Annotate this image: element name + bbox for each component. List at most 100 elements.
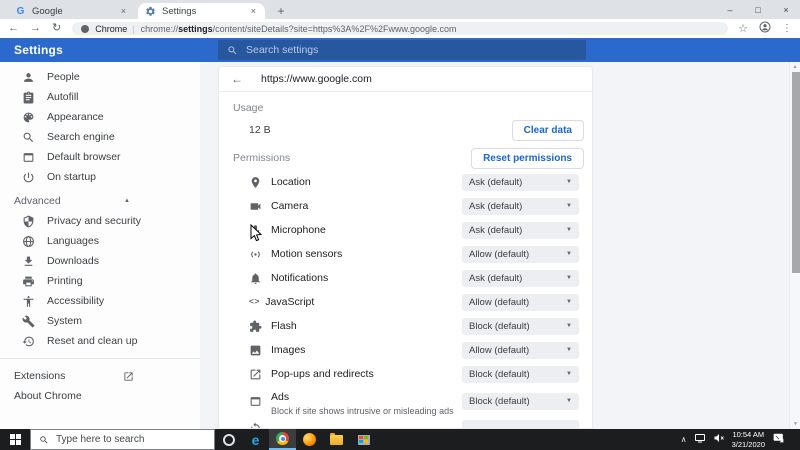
store-button[interactable] xyxy=(350,429,377,450)
site-details-card: ← https://www.google.com Usage 12 B Clea… xyxy=(218,66,593,429)
chevron-down-icon: ▼ xyxy=(566,227,572,233)
sidebar-item-search-engine[interactable]: Search engine xyxy=(0,127,200,147)
new-tab-button[interactable]: + xyxy=(273,3,289,19)
tab-settings[interactable]: Settings × xyxy=(138,3,265,19)
notifications-permission-select[interactable]: Ask (default) ▼ xyxy=(462,269,579,287)
scrollbar[interactable]: ▲ ▼ xyxy=(789,62,800,429)
tab-google[interactable]: G Google × xyxy=(8,3,135,19)
permission-subtitle: Block if site shows intrusive or mislead… xyxy=(271,405,454,416)
sidebar-label: Accessibility xyxy=(47,295,105,307)
sidebar-label: Appearance xyxy=(47,111,104,123)
permission-label: Flash xyxy=(271,320,297,332)
images-permission-select[interactable]: Allow (default) ▼ xyxy=(462,341,579,359)
page-info-icon[interactable] xyxy=(81,24,90,33)
microphone-permission-select[interactable]: Ask (default) ▼ xyxy=(462,221,579,239)
chevron-down-icon: ▼ xyxy=(566,275,572,281)
javascript-permission-select[interactable]: Allow (default) ▼ xyxy=(462,293,579,311)
permission-row-camera: Camera Ask (default) ▼ xyxy=(219,194,592,218)
sidebar-item-on-startup[interactable]: On startup xyxy=(0,167,200,187)
popups-permission-select[interactable]: Block (default) ▼ xyxy=(462,365,579,383)
tray-expand-icon[interactable]: ∧ xyxy=(681,435,687,444)
start-button[interactable] xyxy=(0,429,30,450)
overflow-menu-icon[interactable]: ⋮ xyxy=(782,23,792,34)
permission-label: Camera xyxy=(271,200,309,212)
sidebar-item-about-chrome[interactable]: About Chrome xyxy=(0,386,200,406)
motion-sensors-permission-select[interactable]: Allow (default) ▼ xyxy=(462,245,579,263)
sidebar-item-system[interactable]: System xyxy=(0,311,200,331)
chrome-icon xyxy=(276,432,289,445)
select-value: Block (default) xyxy=(469,368,530,380)
site-details-header: ← https://www.google.com xyxy=(219,67,592,92)
sidebar-item-printing[interactable]: Printing xyxy=(0,271,200,291)
chrome-button[interactable] xyxy=(269,429,296,450)
scroll-up-icon[interactable]: ▲ xyxy=(790,62,800,72)
network-icon[interactable] xyxy=(694,431,706,449)
bookmark-star-icon[interactable]: ☆ xyxy=(738,22,748,35)
permission-row-ads: Ads Block if site shows intrusive or mis… xyxy=(219,386,592,416)
sidebar-item-extensions[interactable]: Extensions xyxy=(0,366,200,386)
scrollbar-thumb[interactable] xyxy=(792,72,800,273)
select-value: Ask (default) xyxy=(469,200,523,212)
back-nav-icon[interactable]: ← xyxy=(8,19,19,38)
shield-icon xyxy=(22,215,35,228)
autofill-icon xyxy=(22,91,35,104)
tab-close-icon[interactable]: × xyxy=(249,6,258,16)
tab-title: Google xyxy=(32,5,63,17)
chevron-down-icon: ▼ xyxy=(566,179,572,185)
sidebar-label: Languages xyxy=(47,235,99,247)
scroll-down-icon[interactable]: ▼ xyxy=(790,419,800,429)
address-bar[interactable]: Chrome | chrome://settings/content/siteD… xyxy=(72,22,729,35)
camera-permission-select[interactable]: Ask (default) ▼ xyxy=(462,197,579,215)
permission-row-javascript: < > JavaScript Allow (default) ▼ xyxy=(219,290,592,314)
action-center-icon[interactable] xyxy=(772,431,785,449)
clear-data-button[interactable]: Clear data xyxy=(511,119,584,141)
url-path: /content/siteDetails?site=https%3A%2F%2F… xyxy=(212,23,457,34)
taskbar-clock[interactable]: 10:54 AM 3/21/2020 xyxy=(732,430,765,449)
volume-muted-icon[interactable] xyxy=(713,431,725,449)
back-arrow-icon[interactable]: ← xyxy=(231,72,245,86)
maximize-button[interactable]: □ xyxy=(744,0,772,19)
settings-title: Settings xyxy=(14,43,63,57)
select-value: Ask (default) xyxy=(469,272,523,284)
tab-close-icon[interactable]: × xyxy=(119,6,128,16)
taskbar-search-input[interactable]: Type here to search xyxy=(30,429,215,450)
sidebar-item-downloads[interactable]: Downloads xyxy=(0,251,200,271)
chevron-down-icon: ▼ xyxy=(566,203,572,209)
sidebar-item-appearance[interactable]: Appearance xyxy=(0,107,200,127)
sidebar-item-autofill[interactable]: Autofill xyxy=(0,87,200,107)
location-permission-select[interactable]: Ask (default) ▼ xyxy=(462,173,579,191)
location-pin-icon xyxy=(249,176,262,189)
forward-nav-icon[interactable]: → xyxy=(30,19,41,38)
sidebar-advanced-toggle[interactable]: Advanced ▲ xyxy=(0,191,200,211)
sidebar-item-reset[interactable]: Reset and clean up xyxy=(0,331,200,351)
partial-permission-select[interactable] xyxy=(462,419,579,428)
permission-row-flash: Flash Block (default) ▼ xyxy=(219,314,592,338)
reload-icon[interactable]: ↻ xyxy=(52,19,61,38)
select-value: Allow (default) xyxy=(469,248,530,260)
permission-label: Notifications xyxy=(271,272,329,284)
reset-permissions-button[interactable]: Reset permissions xyxy=(471,147,584,169)
sidebar-label: Autofill xyxy=(47,91,79,103)
file-explorer-button[interactable] xyxy=(323,429,350,450)
permission-row-notifications: Notifications Ask (default) ▼ xyxy=(219,266,592,290)
firefox-button[interactable] xyxy=(296,429,323,450)
flash-permission-select[interactable]: Block (default) ▼ xyxy=(462,317,579,335)
browser-window-icon xyxy=(22,151,35,164)
select-value: Allow (default) xyxy=(469,344,530,356)
profile-avatar-icon[interactable] xyxy=(759,20,771,38)
cortana-button[interactable] xyxy=(215,429,242,450)
minimize-button[interactable]: – xyxy=(716,0,744,19)
ads-permission-select[interactable]: Block (default) ▼ xyxy=(462,392,579,410)
sidebar-label: People xyxy=(47,71,80,83)
accessibility-icon xyxy=(22,295,35,308)
sidebar-item-languages[interactable]: Languages xyxy=(0,231,200,251)
settings-search-input[interactable]: Search settings xyxy=(218,40,586,60)
sidebar-item-privacy[interactable]: Privacy and security xyxy=(0,211,200,231)
close-button[interactable]: × xyxy=(772,0,800,19)
sidebar-item-accessibility[interactable]: Accessibility xyxy=(0,291,200,311)
sidebar-item-people[interactable]: People xyxy=(0,67,200,87)
edge-button[interactable]: e xyxy=(242,429,269,450)
sidebar-item-default-browser[interactable]: Default browser xyxy=(0,147,200,167)
palette-icon xyxy=(22,111,35,124)
person-icon xyxy=(22,71,35,84)
